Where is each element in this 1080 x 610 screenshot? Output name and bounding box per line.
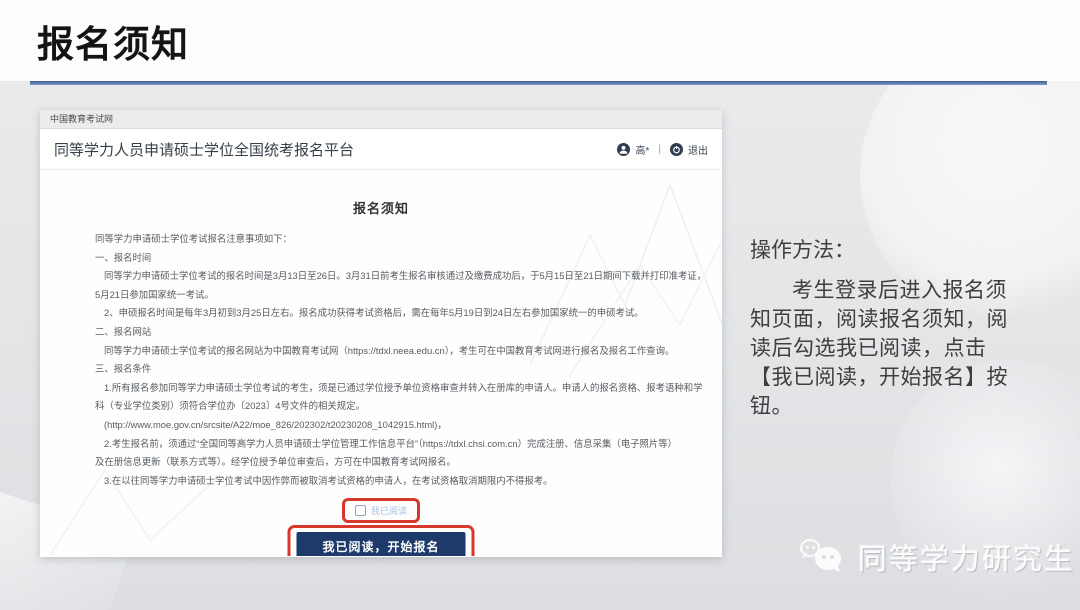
notice-line: 二、报名网站: [95, 323, 692, 342]
notice-line: 三、报名条件: [95, 360, 692, 379]
logout-icon: [670, 143, 683, 156]
site-header: 同等学力人员申请硕士学位全国统考报名平台 高* | 退出: [40, 129, 722, 170]
notice-line: 及在册信息更新（联系方式等）。经学位授予单位审查后，方可在中国教育考试网报名。: [95, 453, 692, 472]
notice-line: 同等学力申请硕士学位考试的报名时间是3月13日至26日。3月31日前考生报名审核…: [95, 267, 692, 286]
instructions-heading: 操作方法：: [750, 234, 1062, 264]
instructions-panel: 操作方法： 考生登录后进入报名须知页面，阅读报名须知，阅读后勾选我已阅读，点击【…: [750, 234, 1062, 421]
wechat-icon: [800, 537, 846, 577]
logout-button[interactable]: 退出: [688, 142, 708, 157]
notice-line: 科（专业学位类别）须符合学位办〔2023〕4号文件的相关规定。: [95, 397, 692, 416]
notice-line: 一、报名时间: [95, 249, 692, 268]
user-name[interactable]: 高*: [635, 142, 649, 157]
slide: 报名须知 中国教育考试网 同等学力人员申请硕士学位全国统考报名平台 高* | 退…: [0, 0, 1080, 610]
accent-divider: [30, 81, 1047, 85]
notice-line: 1.所有报名参加同等学力申请硕士学位考试的考生，须是已通过学位授予单位资格审查并…: [95, 379, 692, 398]
user-icon: [617, 143, 630, 156]
notice-line: 2、申硕报名时间是每年3月初到3月25日左右。报名成功获得考试资格后，需在每年5…: [95, 304, 692, 323]
start-register-button[interactable]: 我已阅读，开始报名: [296, 532, 465, 556]
notice-line: 同等学力申请硕士学位考试报名注意事项如下：: [95, 230, 692, 249]
notice-line: 5月21日参加国家统一考试。: [95, 286, 692, 305]
page-title: 报名须知: [37, 14, 189, 68]
notice-line: 同等学力申请硕士学位考试的报名网站为中国教育考试网（https://tdxl.n…: [95, 342, 692, 361]
annotation-box-checkbox: 我已阅读: [342, 498, 420, 523]
browser-tab-bar: 中国教育考试网: [40, 110, 722, 129]
agree-checkbox[interactable]: [355, 505, 366, 516]
browser-tab[interactable]: 中国教育考试网: [40, 110, 123, 128]
platform-title: 同等学力人员申请硕士学位全国统考报名平台: [54, 139, 354, 160]
header-separator: |: [658, 144, 661, 155]
notice-page: 报名须知 同等学力申请硕士学位考试报名注意事项如下： 一、报名时间 同等学力申请…: [40, 170, 722, 556]
browser-window: 中国教育考试网 同等学力人员申请硕士学位全国统考报名平台 高* | 退出: [40, 110, 722, 557]
watermark: 同等学力研究生: [800, 536, 1075, 578]
instructions-text: 考生登录后进入报名须知页面，阅读报名须知，阅读后勾选我已阅读，点击【我已阅读，开…: [750, 276, 1026, 421]
notice-heading: 报名须知: [40, 198, 722, 217]
watermark-label: 同等学力研究生: [858, 536, 1075, 578]
notice-line: (http://www.moe.gov.cn/srcsite/A22/moe_8…: [95, 416, 692, 435]
agree-checkbox-label[interactable]: 我已阅读: [371, 504, 407, 517]
annotation-box-button: 我已阅读，开始报名: [287, 525, 474, 556]
notice-line: 2.考生报名前，须通过“全国同等高学力人员申请硕士学位管理工作信息平台”（htt…: [95, 435, 692, 454]
slide-header: 报名须知: [0, 0, 1080, 81]
notice-line: 3.在以往同等学力申请硕士学位考试中因作弊而被取消考试资格的申请人，在考试资格取…: [95, 472, 692, 491]
notice-body: 同等学力申请硕士学位考试报名注意事项如下： 一、报名时间 同等学力申请硕士学位考…: [95, 230, 692, 490]
